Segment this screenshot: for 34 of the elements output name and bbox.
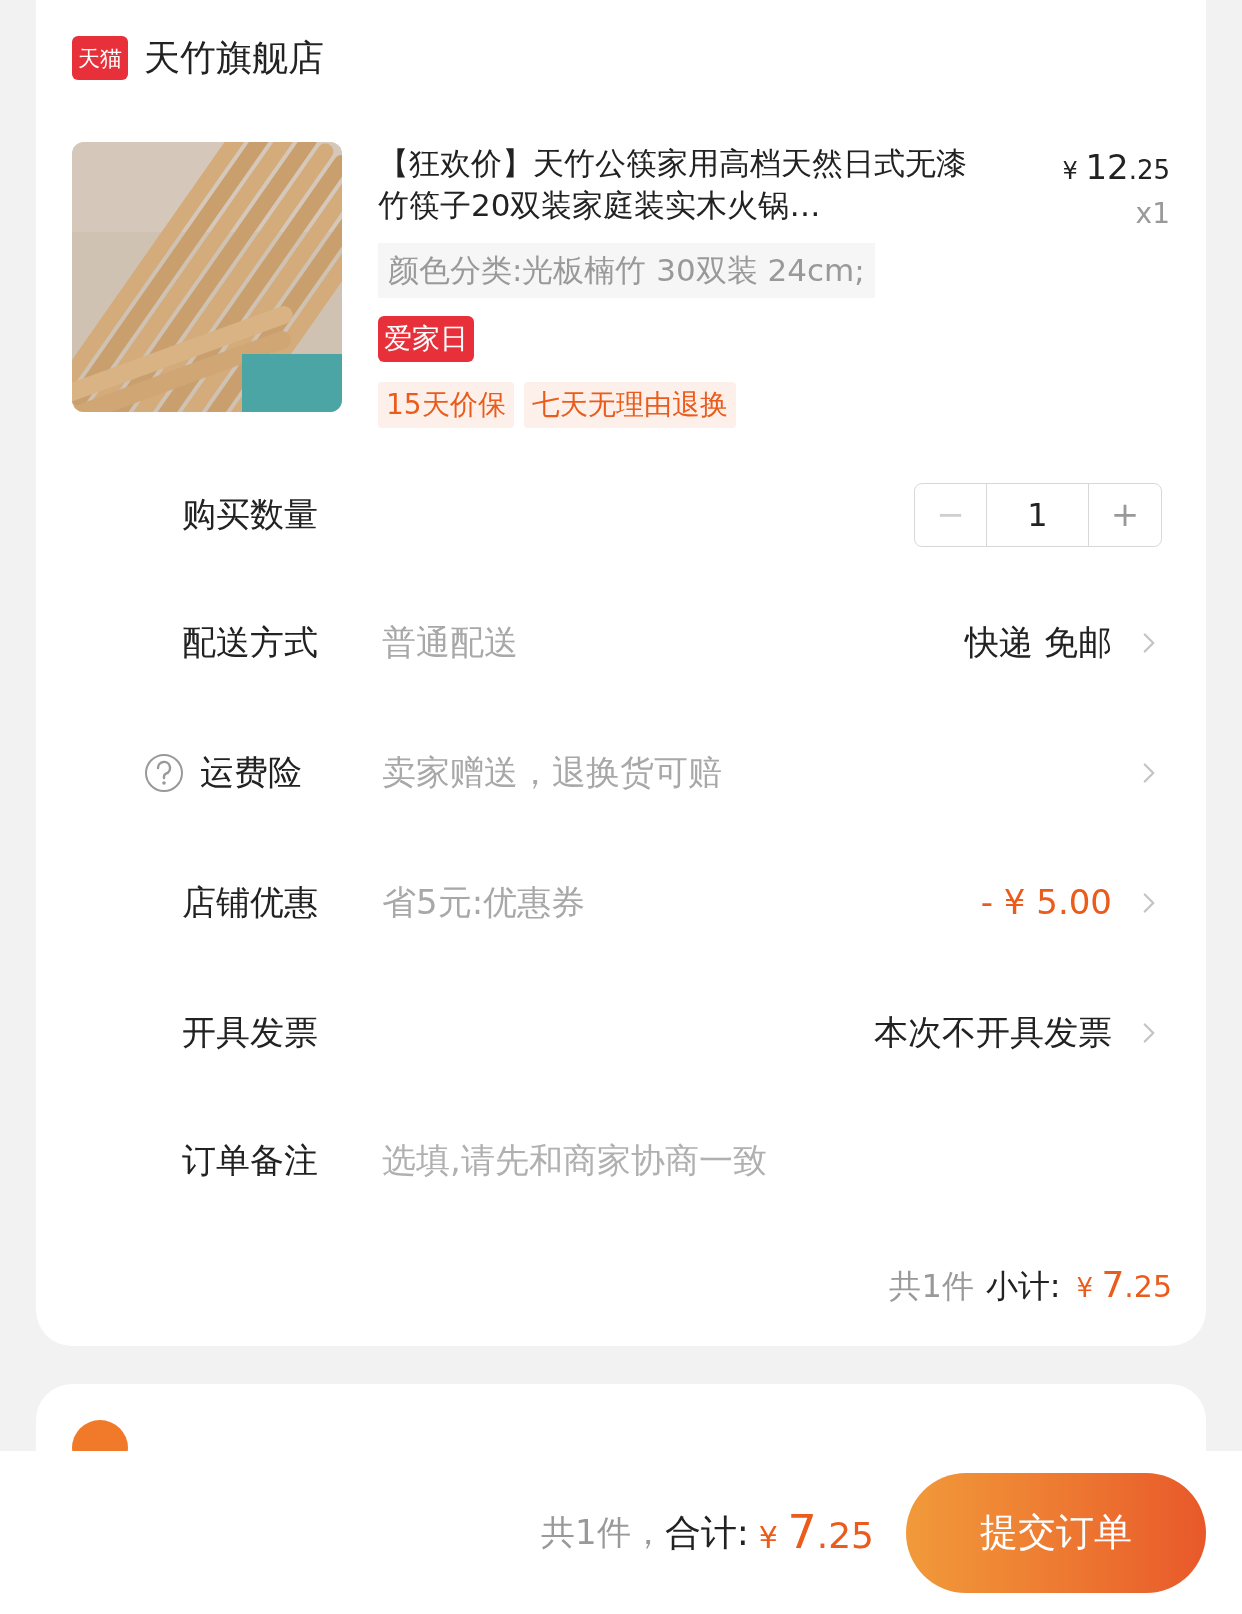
subtotal-label: 小计: [985,1265,1061,1307]
row-value: - ¥ 5.00 [980,881,1112,924]
question-icon[interactable] [144,752,184,793]
store-name: 天竹旗舰店 [144,36,324,80]
item-count: 共1件 [889,1265,974,1307]
row-label: 店铺优惠 [182,881,319,924]
option-row[interactable]: 运费险 卖家赠送，退换货可赔 [36,707,1206,838]
note-field[interactable]: 选填,请先和商家协商一致 [382,1135,1162,1186]
total-amount: ¥ 7.25 [758,1504,874,1561]
row-label: 配送方式 [182,621,319,664]
row-label: 运费险 [200,751,302,794]
tmall-logo: 天猫 [72,36,128,80]
subtotal-amount: ¥ 7.25 [1076,1262,1172,1307]
product-title[interactable]: 【狂欢价】天竹公筷家用高档天然日式无漆竹筷子20双装家庭装实木火锅… [378,142,988,235]
row-label: 开具发票 [182,1011,319,1054]
service-tag: 15天价保 [378,381,514,428]
row-value: 本次不开具发票 [874,1011,1112,1054]
option-row[interactable]: 开具发票 本次不开具发票 [36,967,1206,1098]
quantity-label: x1 [1135,196,1170,232]
row-description: 普通配送 [382,621,518,664]
total-count: 共1件， [541,1511,665,1554]
row-description: 省5元:优惠券 [382,881,586,924]
total-label: 合计: [664,1510,749,1555]
row-description: 卖家赠送，退换货可赔 [382,751,722,794]
row-label: 订单备注 [182,1139,319,1182]
quantity-value: 1 [987,483,1089,546]
option-row[interactable]: 配送方式 普通配送 快递 免邮 [36,577,1206,708]
promo-tag: 爱家日 [378,315,474,362]
sku-tag: 颜色分类:光板楠竹 30双装 24cm; [378,243,875,298]
row-value: 快递 免邮 [965,621,1112,664]
row-label: 购买数量 [182,493,319,536]
service-tag: 七天无理由退换 [523,381,736,428]
product-price: ¥ 12.25 [1062,146,1170,189]
option-row[interactable]: 店铺优惠 省5元:优惠券 - ¥ 5.00 [36,837,1206,968]
